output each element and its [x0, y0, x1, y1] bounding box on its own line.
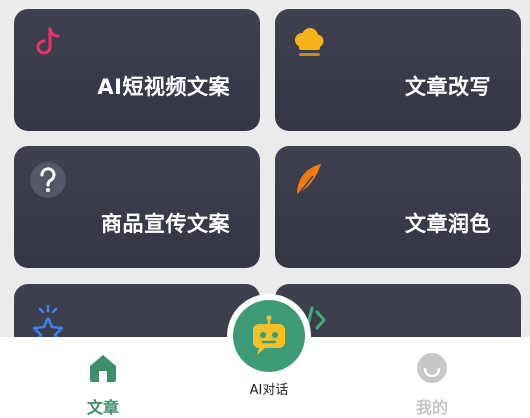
- feather-icon: [296, 164, 321, 197]
- card-title: 商品宣传文案: [101, 212, 230, 236]
- tiktok-music-icon: [36, 27, 60, 55]
- home-icon: [90, 355, 116, 382]
- card-feature-5[interactable]: [14, 284, 260, 340]
- feature-grid: AI短视频文案 文章改写 商品宣传文案 文章润色: [0, 0, 530, 340]
- tab-articles[interactable]: 文章: [33, 337, 173, 418]
- card-title: AI短视频文案: [97, 75, 230, 99]
- ai-chat-label: AI对话: [249, 383, 289, 398]
- tab-mine[interactable]: 我的: [362, 337, 502, 418]
- question-icon: [30, 162, 66, 198]
- tab-label: 我的: [415, 398, 448, 417]
- sparkle-star-icon: [32, 304, 64, 338]
- ai-chat-button-circle: [233, 300, 305, 372]
- card-title: 文章润色: [405, 212, 491, 236]
- card-ai-short-video-copy[interactable]: AI短视频文案: [14, 9, 260, 131]
- card-title: 文章改写: [405, 75, 491, 99]
- card-article-rewrite[interactable]: 文章改写: [275, 9, 521, 131]
- card-article-polish[interactable]: 文章润色: [275, 146, 521, 268]
- chef-hat-icon: [295, 28, 324, 56]
- smiley-face-icon: [417, 353, 447, 383]
- card-feature-6[interactable]: [275, 284, 521, 340]
- robot-chat-icon: [253, 315, 285, 355]
- tab-label: 文章: [86, 398, 119, 417]
- ai-chat-button[interactable]: [227, 294, 311, 378]
- card-product-promo-copy[interactable]: 商品宣传文案: [14, 146, 260, 268]
